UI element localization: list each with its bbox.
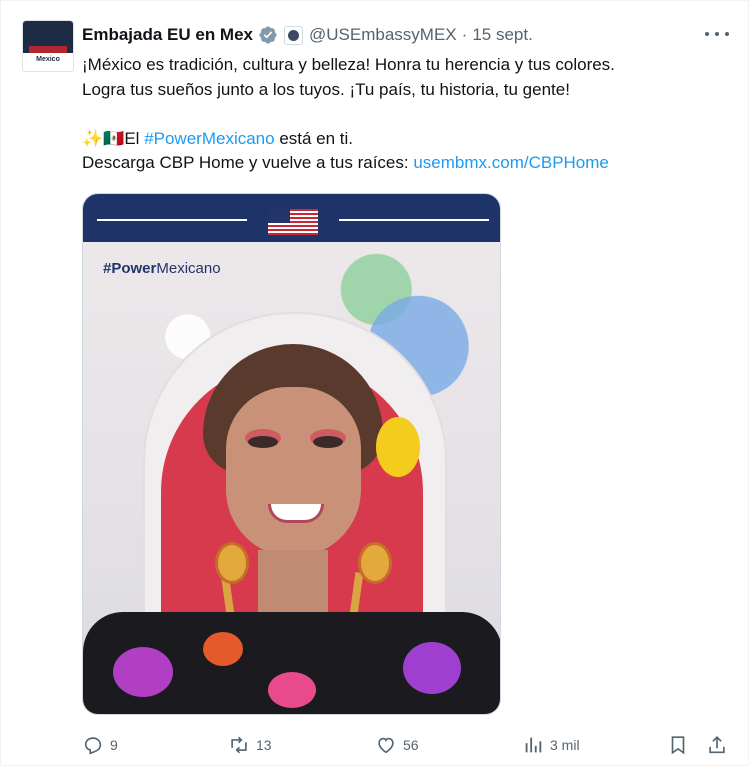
embroidery-flower [203,632,243,666]
verified-badge-icon[interactable] [258,25,278,45]
tweet-line-3-pre: El [124,128,145,148]
embroidery-flower [113,647,173,697]
portrait-photo: #PowerMexicano [83,242,500,714]
account-handle[interactable]: @USEmbassyMEX [309,25,457,45]
account-name[interactable]: Embajada EU en Mex [82,25,253,45]
right-eye [313,436,343,448]
yellow-flower [376,417,420,477]
more-icon[interactable] [705,27,729,41]
tweet-line-4-pre: Descarga CBP Home y vuelve a tus raíces: [82,153,414,172]
share-icon [709,736,725,754]
tweet-line-2: Logra tus sueños junto a los tuyos. ¡Tu … [82,79,570,99]
tweet-card[interactable]: Mexico Embajada EU en Mex @USEmbassyMEX … [0,0,749,766]
views-button[interactable]: 3 mil [522,731,580,759]
reply-button[interactable]: 9 [82,731,118,759]
repost-button[interactable]: 13 [228,731,272,759]
like-count: 56 [403,737,419,753]
tweet-line-3: ✨🇲🇽El #PowerMexicano está en ti. [82,127,722,152]
left-eye [248,436,278,448]
avatar[interactable]: Mexico [22,20,74,72]
neck [258,550,328,620]
tweet-date[interactable]: 15 sept. [472,25,533,45]
action-bar: 9 13 56 3 mil [82,731,732,759]
embroidery-flower [403,642,461,694]
like-icon [378,737,394,754]
tweet-text: ¡México es tradición, cultura y belleza!… [82,53,722,176]
power-mexicano-overlay: #PowerMexicano [103,260,221,277]
share-button[interactable] [706,731,728,759]
embroidery-flower [268,672,316,708]
header-separator: · [461,25,468,44]
overlay-bold: #Power [103,260,157,277]
face [226,387,361,557]
url-link[interactable]: usembmx.com/CBPHome [413,153,609,172]
sparkle-mexico-flag-emoji: ✨🇲🇽 [82,128,125,148]
earring-right [358,542,392,584]
like-button[interactable]: 56 [375,731,419,759]
us-flag-icon [268,209,318,235]
government-seal-icon [284,25,304,45]
earring-left [215,542,249,584]
reply-count: 9 [110,737,118,753]
banner-rule-right [339,219,489,221]
views-count: 3 mil [550,737,580,753]
tweet-image[interactable]: #PowerMexicano [82,193,501,715]
repost-icon [231,736,247,754]
tweet-line-1: ¡México es tradición, cultura y belleza!… [82,55,615,74]
avatar-label: Mexico [36,56,60,63]
overlay-light: Mexicano [156,260,221,277]
hashtag-link[interactable]: #PowerMexicano [144,129,274,148]
avatar-band [29,46,67,53]
bookmark-icon [671,736,685,755]
tweet-header: Embajada EU en Mex @USEmbassyMEX · 15 se… [82,23,533,47]
bookmark-button[interactable] [667,731,689,759]
reply-icon [84,737,102,755]
tweet-line-4: Descarga CBP Home y vuelve a tus raíces:… [82,151,722,176]
tweet-line-3-post: está en ti. [274,128,354,148]
repost-count: 13 [256,737,272,753]
banner-rule-left [97,219,247,221]
views-icon [525,737,542,753]
image-banner [83,194,500,242]
